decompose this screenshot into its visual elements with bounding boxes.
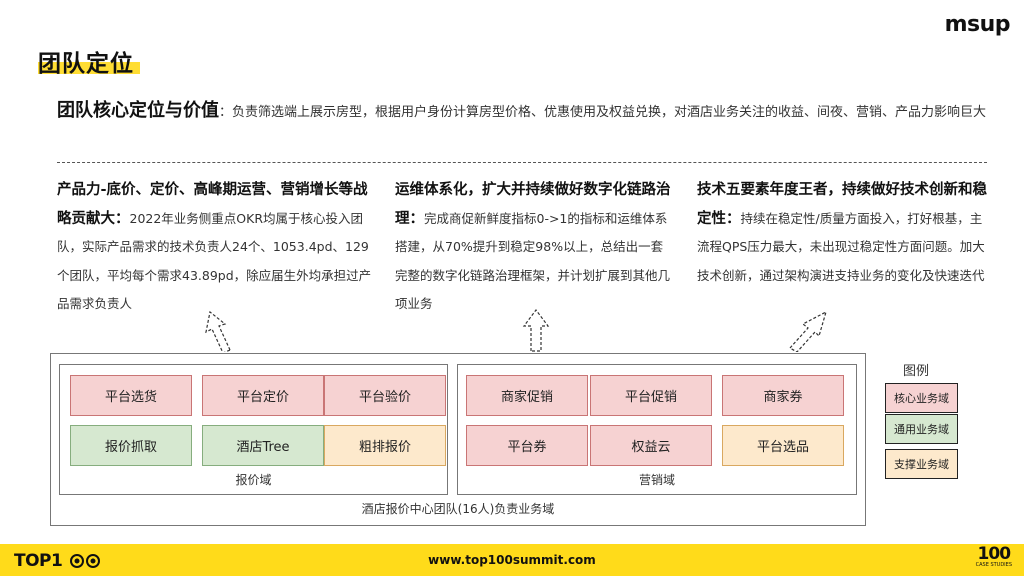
domain-box: 平台选货 [70, 375, 192, 416]
domain-label: 营销域 [638, 473, 675, 487]
column-text: 持续在稳定性/质量方面投入，打好根基，主流程QPS压力最大，未出现过稳定性方面问… [697, 210, 985, 283]
legend-item-general: 通用业务域 [885, 414, 958, 444]
dashed-divider [57, 162, 987, 163]
column-ops: 运维体系化，扩大并持续做好数字化链路治理：完成商促新鲜度指标0->1的指标和运维… [395, 176, 675, 319]
domain-box: 平台选品 [722, 425, 844, 466]
100-case-studies-logo: 100 CASE STUDIES [976, 546, 1012, 568]
domain-box: 商家促销 [466, 375, 588, 416]
domain-box: 平台定价 [202, 375, 324, 416]
legend-title: 图例 [903, 364, 930, 379]
domain-box: 商家券 [722, 375, 844, 416]
column-tech: 技术五要素年度王者，持续做好技术创新和稳定性：持续在稳定性/质量方面投入，打好根… [697, 176, 987, 290]
dashed-up-arrow-icon [789, 310, 827, 352]
column-product: 产品力-底价、定价、高峰期运营、营销增长等战略贡献大：2022年业务侧重点OKR… [57, 176, 377, 319]
domain-box: 报价抓取 [70, 425, 192, 466]
business-domain-diagram: 平台选货 平台定价 平台验价 报价抓取 酒店Tree 粗排报价 报价域 商家促销… [50, 353, 866, 526]
domain-box: 酒店Tree [202, 425, 324, 466]
page-title: 团队定位 [38, 51, 134, 77]
domain-label: 报价域 [235, 473, 272, 487]
domain-box: 权益云 [590, 425, 712, 466]
quote-domain: 平台选货 平台定价 平台验价 报价抓取 酒店Tree 粗排报价 报价域 [59, 364, 448, 495]
core-separator: ： [219, 105, 233, 120]
core-positioning: 团队核心定位与价值：负责筛选端上展示房型，根据用户身份计算房型价格、优惠使用及权… [57, 96, 987, 128]
logo-number: 100 [977, 544, 1012, 564]
dashed-up-arrow-icon [522, 309, 550, 352]
column-text: 完成商促新鲜度指标0->1的指标和运维体系搭建，从70%提升到稳定98%以上，总… [395, 210, 671, 312]
footer-url: www.top100summit.com [428, 553, 596, 567]
core-text: 负责筛选端上展示房型，根据用户身份计算房型价格、优惠使用及权益兑换，对酒店业务关… [232, 105, 987, 120]
domain-box: 平台促销 [590, 375, 712, 416]
domain-box: 平台验价 [324, 375, 446, 416]
msup-logo: msup [944, 12, 1011, 37]
diagram-caption: 酒店报价中心团队(16人)负责业务域 [361, 502, 555, 516]
title-block: 团队定位 [38, 44, 140, 78]
dashed-up-arrow-icon [205, 310, 231, 352]
legend-item-support: 支撑业务域 [885, 449, 958, 479]
logo-subtitle: CASE STUDIES [975, 562, 1012, 568]
domain-box: 平台券 [466, 425, 588, 466]
footer-bar: TOP1 www.top100summit.com 100 CASE STUDI… [0, 544, 1024, 576]
domain-box: 粗排报价 [324, 425, 446, 466]
legend-item-core: 核心业务域 [885, 383, 958, 413]
core-heading: 团队核心定位与价值 [57, 100, 219, 121]
marketing-domain: 商家促销 平台促销 商家券 平台券 权益云 平台选品 营销域 [457, 364, 857, 495]
